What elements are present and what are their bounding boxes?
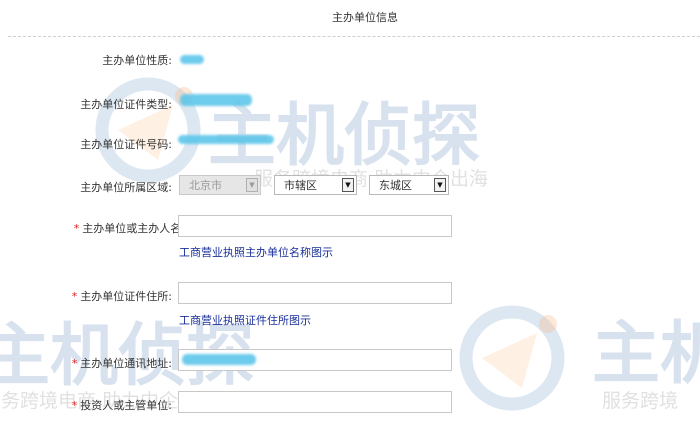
org-cert-type-redacted-value xyxy=(180,94,252,106)
org-nature-label: 主办单位性质: xyxy=(102,54,172,67)
region-city-select[interactable]: 北京市 ▼ xyxy=(179,175,261,195)
required-mark: * xyxy=(73,222,80,235)
chevron-down-icon: ▼ xyxy=(434,178,446,192)
org-name-input[interactable] xyxy=(178,215,452,237)
org-cert-number-label: 主办单位证件号码: xyxy=(80,138,172,151)
org-nature-redacted-value xyxy=(180,55,204,64)
required-mark: * xyxy=(71,357,78,370)
required-mark: * xyxy=(71,290,78,303)
section-divider xyxy=(8,36,700,37)
org-address-label: * 主办单位证件住所: xyxy=(71,290,172,303)
watermark-brand-partial: 主机 xyxy=(592,315,700,394)
org-cert-number-redacted-value xyxy=(178,135,274,144)
region-district-select[interactable]: 市辖区 ▼ xyxy=(274,175,357,195)
chevron-down-icon: ▼ xyxy=(342,178,354,192)
watermark-logo-icon xyxy=(95,77,201,183)
investor-label: * 投资人或主管单位: xyxy=(71,399,172,412)
watermark-slogan-partial: 服务跨境 xyxy=(602,390,679,412)
region-county-value: 东城区 xyxy=(379,179,412,192)
org-name-hint-link[interactable]: 工商营业执照主办单位名称图示 xyxy=(179,244,333,260)
org-mail-address-redacted-value xyxy=(182,354,256,365)
org-name-label: * 主办单位或主办人名称: xyxy=(73,222,196,235)
investor-input[interactable] xyxy=(178,391,452,413)
org-region-label: 主办单位所属区域: xyxy=(80,181,172,194)
region-city-value: 北京市 xyxy=(189,179,222,192)
region-district-value: 市辖区 xyxy=(284,179,317,192)
region-county-select[interactable]: 东城区 ▼ xyxy=(369,175,449,195)
chevron-down-icon: ▼ xyxy=(246,178,258,192)
org-address-hint-link[interactable]: 工商营业执照证件住所图示 xyxy=(179,312,311,328)
watermark-right: 主机 服务跨境 xyxy=(452,290,700,420)
org-address-input[interactable] xyxy=(178,282,452,304)
org-cert-type-label: 主办单位证件类型: xyxy=(80,98,172,111)
required-mark: * xyxy=(71,399,78,412)
section-title: 主办单位信息 xyxy=(332,11,398,24)
watermark-logo-icon xyxy=(459,305,565,411)
org-mail-address-label: * 主办单位通讯地址: xyxy=(71,357,172,370)
